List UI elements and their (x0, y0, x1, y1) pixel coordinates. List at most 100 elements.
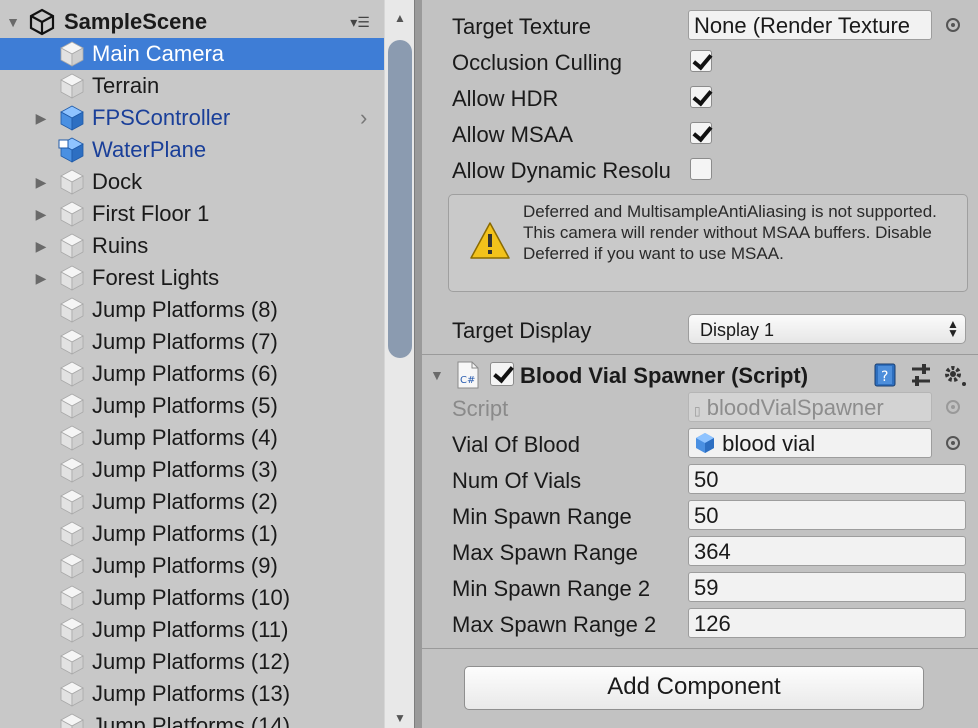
collapse-arrow-icon[interactable]: ▼ (6, 14, 20, 30)
min-spawn-range-input[interactable]: 50 (688, 500, 966, 530)
hierarchy-panel: ▼ SampleScene ▾☰ Main Camera Terrain ▶ FPSC… (0, 0, 414, 728)
csharp-script-icon: C# (457, 361, 479, 389)
hierarchy-item[interactable]: Jump Platforms (9) (0, 550, 384, 582)
hierarchy-item[interactable]: ▶ Forest Lights (0, 262, 384, 294)
gameobject-cube-icon (60, 681, 84, 707)
hierarchy-item-label: Jump Platforms (11) (92, 617, 289, 642)
allow-hdr-row: Allow HDR (422, 80, 978, 116)
hierarchy-item-label: Jump Platforms (9) (92, 553, 278, 578)
hierarchy-item[interactable]: ▶ First Floor 1 (0, 198, 384, 230)
hierarchy-item-label: Jump Platforms (12) (92, 649, 291, 674)
occlusion-culling-checkbox[interactable] (690, 50, 712, 72)
expand-arrow-icon[interactable]: ▶ (34, 270, 48, 286)
min-spawn-range-2-label: Min Spawn Range 2 (452, 576, 651, 601)
vial-of-blood-label: Vial Of Blood (452, 432, 581, 457)
hierarchy-item[interactable]: Jump Platforms (7) (0, 326, 384, 358)
vial-of-blood-value: blood vial (722, 431, 816, 456)
hierarchy-item[interactable]: Jump Platforms (14) (0, 710, 384, 728)
hierarchy-item[interactable]: Jump Platforms (2) (0, 486, 384, 518)
script-label: Script (452, 396, 509, 421)
expand-arrow-icon[interactable]: ▶ (34, 238, 48, 254)
target-texture-field[interactable]: None (Render Texture (688, 10, 932, 40)
settings-gear-icon[interactable] (942, 362, 968, 388)
scene-row-samplescene[interactable]: ▼ SampleScene (0, 6, 384, 38)
gameobject-cube-icon (60, 489, 84, 515)
scroll-down-icon[interactable]: ▼ (385, 708, 414, 728)
hierarchy-item[interactable]: Jump Platforms (13) (0, 678, 384, 710)
gameobject-cube-icon (60, 585, 84, 611)
component-header[interactable]: ▼ C# Blood Vial Spawner (Script) ? (422, 356, 978, 394)
hierarchy-item[interactable]: Main Camera (0, 38, 384, 70)
script-field: ▯ bloodVialSpawner (688, 392, 932, 422)
allow-dynamic-resolution-checkbox[interactable] (690, 158, 712, 180)
max-spawn-range-input[interactable]: 364 (688, 536, 966, 566)
gameobject-cube-icon (60, 265, 84, 291)
help-book-icon[interactable]: ? (872, 362, 898, 388)
gameobject-cube-icon (60, 617, 84, 643)
hierarchy-item[interactable]: Jump Platforms (8) (0, 294, 384, 326)
hierarchy-item[interactable]: Terrain (0, 70, 384, 102)
expand-arrow-icon[interactable]: ▶ (34, 110, 48, 126)
gameobject-cube-icon (60, 233, 84, 259)
component-separator (422, 354, 978, 355)
hierarchy-item-label: Jump Platforms (5) (92, 393, 278, 418)
add-component-button[interactable]: Add Component (464, 666, 924, 710)
warning-text: Deferred and MultisampleAntiAliasing is … (523, 202, 937, 263)
target-display-row: Target Display Display 1 ▲ ▼ (422, 312, 978, 348)
unity-logo-icon (29, 8, 55, 36)
target-display-dropdown[interactable]: Display 1 ▲ ▼ (688, 314, 966, 344)
hierarchy-item-label: Jump Platforms (10) (92, 585, 291, 610)
hierarchy-scrollbar[interactable]: ▲ ▼ (384, 0, 414, 728)
target-display-label: Target Display (452, 318, 592, 343)
hierarchy-item-label: Main Camera (92, 41, 225, 66)
hierarchy-item[interactable]: Jump Platforms (3) (0, 454, 384, 486)
hierarchy-item-label: Dock (92, 169, 143, 194)
object-picker-icon[interactable] (946, 18, 960, 32)
hierarchy-item[interactable]: Jump Platforms (5) (0, 390, 384, 422)
hierarchy-item[interactable]: ▶ Dock (0, 166, 384, 198)
max-spawn-range-row: Max Spawn Range 364 (422, 534, 978, 570)
min-spawn-range-2-input[interactable]: 59 (688, 572, 966, 602)
num-of-vials-input[interactable]: 50 (688, 464, 966, 494)
vial-of-blood-row: Vial Of Blood blood vial (422, 426, 978, 462)
hierarchy-item[interactable]: Jump Platforms (1) (0, 518, 384, 550)
scene-name: SampleScene (64, 9, 208, 34)
hierarchy-item[interactable]: Jump Platforms (12) (0, 646, 384, 678)
svg-text:C#: C# (460, 375, 475, 386)
prefab-open-chevron-icon[interactable]: › (360, 106, 376, 130)
inspector-panel: Target Texture None (Render Texture Occl… (422, 0, 978, 728)
max-spawn-range-2-row: Max Spawn Range 2 126 (422, 606, 978, 642)
object-picker-icon[interactable] (946, 436, 960, 450)
hierarchy-item-label: Jump Platforms (1) (92, 521, 278, 546)
hierarchy-item[interactable]: ▶ Ruins (0, 230, 384, 262)
vial-of-blood-field[interactable]: blood vial (688, 428, 932, 458)
occlusion-culling-row: Occlusion Culling (422, 44, 978, 80)
hierarchy-item-label: Forest Lights (92, 265, 220, 290)
allow-hdr-checkbox[interactable] (690, 86, 712, 108)
expand-arrow-icon[interactable]: ▶ (34, 206, 48, 222)
hierarchy-item[interactable]: WaterPlane (0, 134, 384, 166)
hierarchy-item[interactable]: Jump Platforms (11) (0, 614, 384, 646)
component-fold-arrow-icon[interactable]: ▼ (430, 367, 446, 383)
min-spawn-range-2-row: Min Spawn Range 2 59 (422, 570, 978, 606)
max-spawn-range-2-input[interactable]: 126 (688, 608, 966, 638)
component-enabled-checkbox[interactable] (490, 362, 514, 386)
hierarchy-item-label: Jump Platforms (3) (92, 457, 278, 482)
gameobject-cube-icon (60, 361, 84, 387)
hierarchy-item-label: Jump Platforms (8) (92, 297, 278, 322)
scrollbar-thumb[interactable] (388, 40, 412, 358)
hierarchy-item-label: Jump Platforms (13) (92, 681, 291, 706)
scroll-up-icon[interactable]: ▲ (385, 8, 414, 28)
gameobject-cube-icon (60, 201, 84, 227)
hierarchy-item[interactable]: Jump Platforms (4) (0, 422, 384, 454)
hierarchy-item[interactable]: Jump Platforms (10) (0, 582, 384, 614)
hierarchy-item[interactable]: Jump Platforms (6) (0, 358, 384, 390)
gameobject-cube-icon (60, 457, 84, 483)
expand-arrow-icon[interactable]: ▶ (34, 174, 48, 190)
allow-msaa-checkbox[interactable] (690, 122, 712, 144)
hierarchy-menu-icon[interactable]: ▾☰ (345, 14, 375, 30)
gameobject-cube-icon (60, 553, 84, 579)
preset-sliders-icon[interactable] (908, 362, 934, 388)
hierarchy-item[interactable]: ▶ FPSController (0, 102, 384, 134)
target-texture-label: Target Texture (452, 14, 592, 39)
